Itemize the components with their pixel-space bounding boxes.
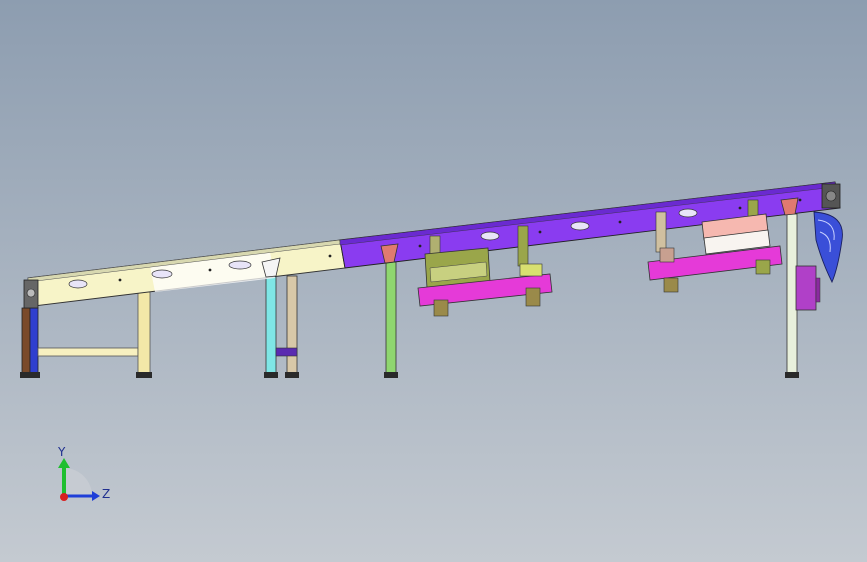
cad-viewport[interactable]: Y Z	[0, 0, 867, 562]
leg-right	[786, 213, 798, 375]
leg-left-rear	[21, 307, 31, 375]
crossbar-left	[37, 347, 139, 357]
z-axis-label: Z	[102, 487, 110, 501]
motor-cabinet	[795, 265, 817, 311]
leg-cyan	[265, 275, 277, 375]
drive-unit	[795, 211, 843, 311]
axis-triad[interactable]: Y Z	[57, 445, 110, 501]
leg-tan	[286, 275, 298, 375]
leg-green	[385, 261, 397, 375]
leg-second	[137, 291, 151, 375]
conveyor-assembly-model[interactable]: Y Z	[0, 0, 867, 562]
leg-left-front	[29, 307, 39, 375]
discharge-nose	[813, 211, 843, 284]
y-axis-label: Y	[57, 445, 66, 459]
leg-brace	[275, 347, 298, 357]
triad-arc	[64, 468, 92, 496]
